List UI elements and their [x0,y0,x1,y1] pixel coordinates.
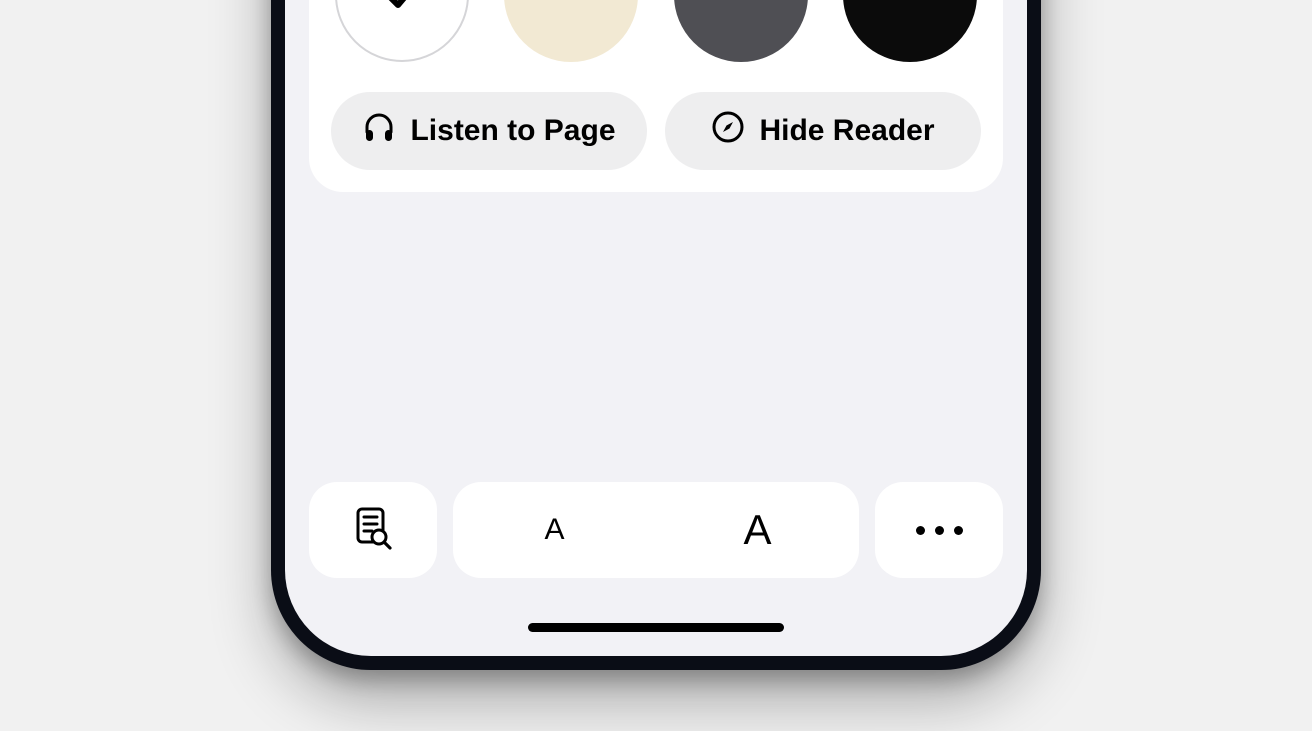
text-size-control: A A [453,482,859,578]
reader-card: Reader San Francisco [309,0,1003,192]
find-on-page-button[interactable] [309,482,437,578]
action-row: Listen to Page Hide Reader [331,92,981,170]
text-size-decrease[interactable]: A [453,513,656,547]
headphones-icon [362,110,396,152]
small-a-icon: A [544,513,564,547]
listen-to-page-label: Listen to Page [410,114,615,148]
hide-reader-button[interactable]: Hide Reader [665,92,981,170]
ellipsis-icon [916,526,963,535]
phone-frame-outer: Reader San Francisco [271,0,1041,670]
theme-row [331,0,981,62]
listen-to-page-button[interactable]: Listen to Page [331,92,647,170]
theme-white[interactable] [335,0,469,62]
document-search-icon [350,504,396,557]
bottom-bar: A A [309,482,1003,578]
text-size-increase[interactable]: A [656,506,859,554]
compass-icon [711,110,745,152]
large-a-icon: A [743,506,771,554]
hide-reader-label: Hide Reader [759,114,934,148]
more-button[interactable] [875,482,1003,578]
theme-gray[interactable] [674,0,808,62]
sheet-area: Reader San Francisco [285,0,1027,656]
phone-frame-inner: Reader San Francisco [285,0,1027,656]
theme-black[interactable] [843,0,977,62]
theme-sepia[interactable] [504,0,638,62]
checkmark-icon [379,0,425,18]
home-indicator[interactable] [528,623,784,632]
